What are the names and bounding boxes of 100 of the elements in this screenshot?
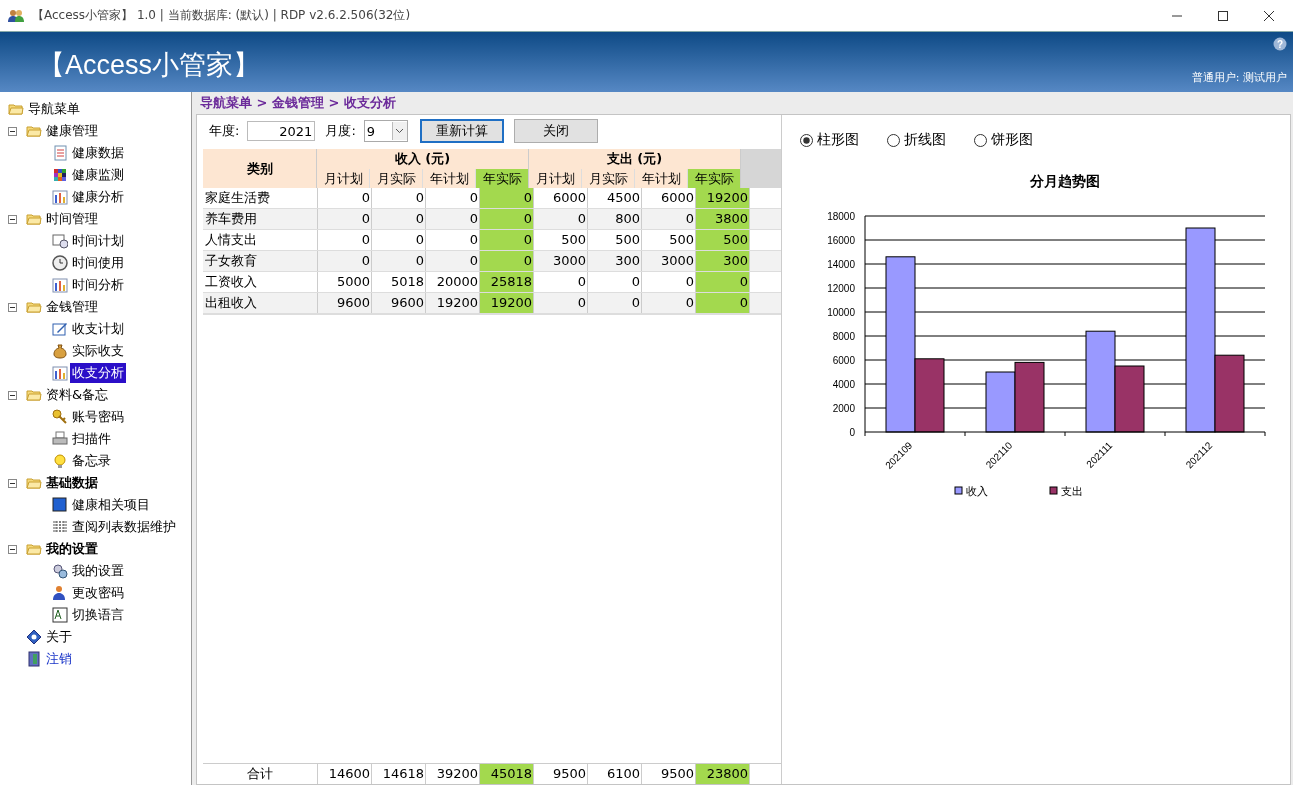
- tree-item[interactable]: 查阅列表数据维护: [70, 517, 178, 537]
- toolbar-button[interactable]: 关闭: [513, 119, 598, 143]
- column-header: 类别: [203, 149, 317, 188]
- axis-tick-label: 14000: [827, 259, 855, 270]
- tree-item[interactable]: 金钱管理: [44, 297, 100, 317]
- column-header: 年实际: [476, 169, 528, 188]
- collapse-toggle[interactable]: [8, 301, 20, 313]
- color-grid-icon: [52, 167, 68, 183]
- table-cell: 500: [696, 230, 750, 250]
- table-cell: 19200: [696, 188, 750, 208]
- table-cell: 0: [480, 230, 534, 250]
- table-cell: 3000: [534, 251, 588, 271]
- folder-icon: [26, 211, 42, 227]
- tree-item[interactable]: 账号密码: [70, 407, 126, 427]
- tree-item[interactable]: 健康数据: [70, 143, 126, 163]
- tree-item[interactable]: 备忘录: [70, 451, 113, 471]
- tree-item[interactable]: 健康相关项目: [70, 495, 152, 515]
- table-cell: 3800: [696, 209, 750, 229]
- document-icon: [52, 145, 68, 161]
- column-group-header: 收入 (元): [393, 150, 452, 168]
- gear-icon: [52, 563, 68, 579]
- collapse-toggle[interactable]: [8, 477, 20, 489]
- edit-icon: [52, 321, 68, 337]
- table-cell: 300: [696, 251, 750, 271]
- chart-type-radio[interactable]: 饼形图: [974, 131, 1033, 149]
- table-cell: 0: [588, 272, 642, 292]
- chart-type-radio[interactable]: 折线图: [887, 131, 946, 149]
- close-icon[interactable]: [1263, 9, 1275, 22]
- tree-item[interactable]: 我的设置: [70, 561, 126, 581]
- chart-type-radio[interactable]: 柱形图: [800, 131, 859, 149]
- tree-item[interactable]: 时间计划: [70, 231, 126, 251]
- table-icon: [52, 519, 68, 535]
- user-label: 普通用户: 测试用户: [1191, 70, 1287, 85]
- table-cell: 800: [588, 209, 642, 229]
- column-header: 年实际: [688, 169, 740, 188]
- table-cell: 14618: [372, 764, 426, 784]
- info-icon: [26, 629, 42, 645]
- folder-icon: [26, 541, 42, 557]
- door-icon: [26, 651, 42, 667]
- table-cell: 5000: [318, 272, 372, 292]
- table-cell: 0: [696, 272, 750, 292]
- tree-item[interactable]: 健康分析: [70, 187, 126, 207]
- axis-tick-label: 12000: [827, 283, 855, 294]
- user-icon: [52, 585, 68, 601]
- year-field[interactable]: 2021: [247, 121, 316, 141]
- table-cell: 0: [480, 251, 534, 271]
- folder-icon: [26, 123, 42, 139]
- column-group-header: 支出 (元): [605, 150, 664, 168]
- month-label: 月度:: [325, 122, 356, 140]
- tree-item[interactable]: 关于: [44, 627, 74, 647]
- tree-item[interactable]: 收支计划: [70, 319, 126, 339]
- tree-item[interactable]: 导航菜单: [26, 99, 82, 119]
- table-cell: 500: [534, 230, 588, 250]
- bar-chart-icon: [52, 189, 68, 205]
- table-cell: 5018: [372, 272, 426, 292]
- tree-item[interactable]: 收支分析: [70, 363, 126, 383]
- tree-item[interactable]: 扫描件: [70, 429, 113, 449]
- tree-item[interactable]: 切换语言: [70, 605, 126, 625]
- table-cell: 0: [372, 209, 426, 229]
- table-cell: 23800: [696, 764, 750, 784]
- table-cell: 0: [534, 272, 588, 292]
- collapse-toggle[interactable]: [8, 125, 20, 137]
- month-dropdown[interactable]: 9: [363, 120, 408, 142]
- table-cell: 0: [318, 230, 372, 250]
- table-cell: 300: [588, 251, 642, 271]
- tree-item[interactable]: 时间分析: [70, 275, 126, 295]
- collapse-toggle[interactable]: [8, 389, 20, 401]
- tree-item[interactable]: 基础数据: [44, 473, 100, 493]
- table-cell: 0: [480, 209, 534, 229]
- chart-title: 分月趋势图: [1030, 173, 1100, 189]
- toolbar-button[interactable]: 重新计算: [419, 119, 504, 143]
- tree-item[interactable]: 健康管理: [44, 121, 100, 141]
- column-header: 月实际: [582, 169, 635, 188]
- bar-chart-icon: [52, 365, 68, 381]
- tree-item[interactable]: 实际收支: [70, 341, 126, 361]
- tree-item[interactable]: 时间使用: [70, 253, 126, 273]
- collapse-toggle[interactable]: [8, 213, 20, 225]
- maximize-icon[interactable]: [1217, 9, 1229, 22]
- tree-item[interactable]: 更改密码: [70, 583, 126, 603]
- tree-item[interactable]: 注销: [44, 649, 74, 669]
- key-icon: [52, 409, 68, 425]
- table-cell: 500: [588, 230, 642, 250]
- window-title: 【Access小管家】 1.0 | 当前数据库: (默认) | RDP v2.6.2.506(32位): [32, 7, 411, 24]
- table-cell: 子女教育: [203, 251, 318, 271]
- table-cell: 25818: [480, 272, 534, 292]
- tree-item[interactable]: 健康监测: [70, 165, 126, 185]
- tree-item[interactable]: 时间管理: [44, 209, 100, 229]
- table-cell: 出租收入: [203, 293, 318, 313]
- collapse-toggle[interactable]: [8, 543, 20, 555]
- tree-item[interactable]: 资料&备忘: [44, 385, 111, 405]
- tree-item[interactable]: 我的设置: [44, 539, 100, 559]
- axis-tick-label: 0: [849, 427, 855, 438]
- year-label: 年度:: [209, 122, 240, 140]
- table-cell: 0: [372, 230, 426, 250]
- table-cell: 9600: [318, 293, 372, 313]
- light-bulb-icon: [52, 453, 68, 469]
- table-cell: 0: [534, 209, 588, 229]
- table-cell: 6100: [588, 764, 642, 784]
- app-title: 【Access小管家】: [37, 49, 261, 82]
- table-cell: 0: [696, 293, 750, 313]
